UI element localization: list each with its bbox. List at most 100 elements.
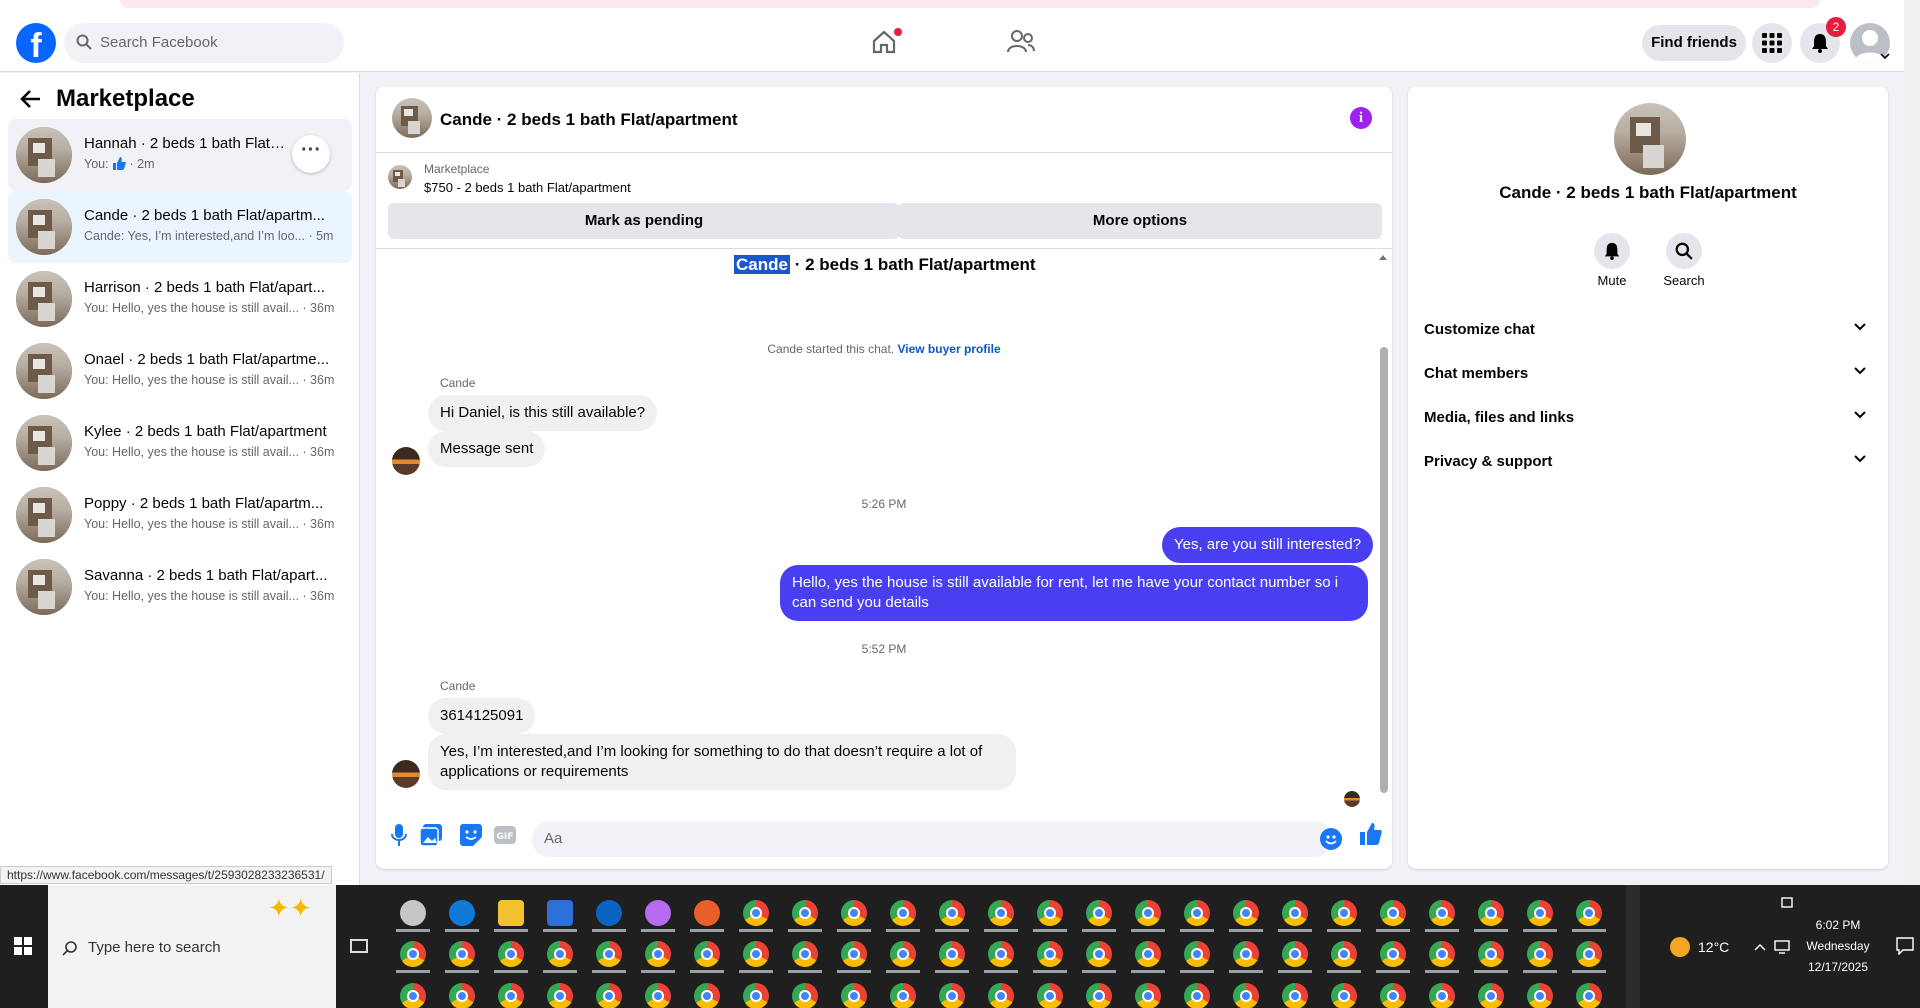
search-conversation-button[interactable] <box>1666 233 1702 269</box>
taskbar-app-icon[interactable] <box>694 941 720 967</box>
taskbar-scrollbar[interactable] <box>1626 885 1640 1008</box>
taskbar-app-icon[interactable] <box>1086 983 1112 1008</box>
taskbar-app-icon[interactable] <box>1086 941 1112 967</box>
conversation-item[interactable]: Cande · 2 beds 1 bath Flat/apartm... Can… <box>8 191 352 263</box>
taskbar-app-icon[interactable] <box>988 900 1014 926</box>
taskbar-app-icon[interactable] <box>1380 941 1406 967</box>
taskbar-app-icon[interactable] <box>694 983 720 1008</box>
taskbar-app-icon[interactable] <box>1135 941 1161 967</box>
notification-center-icon[interactable] <box>1896 937 1914 955</box>
taskbar-app-icon[interactable] <box>547 941 573 967</box>
weather-temperature[interactable]: 12°C <box>1698 939 1729 955</box>
taskbar-app-icon[interactable] <box>645 941 671 967</box>
taskbar-app-icon[interactable] <box>400 983 426 1008</box>
outgoing-message[interactable]: Hello, yes the house is still available … <box>780 565 1368 621</box>
taskbar-app-icon[interactable] <box>1576 983 1602 1008</box>
taskbar-app-icon[interactable] <box>1037 983 1063 1008</box>
more-options-button[interactable]: More options <box>898 203 1382 239</box>
taskbar-app-icon[interactable] <box>1233 983 1259 1008</box>
mark-as-pending-button[interactable]: Mark as pending <box>388 203 900 239</box>
incoming-message[interactable]: Message sent <box>428 431 546 467</box>
taskbar-app-icon[interactable] <box>1037 941 1063 967</box>
taskbar-app-icon[interactable] <box>1282 941 1308 967</box>
mute-button[interactable] <box>1594 233 1630 269</box>
taskbar-app-icon[interactable] <box>1331 983 1357 1008</box>
taskbar-app-icon[interactable] <box>400 941 426 967</box>
taskbar-app-icon[interactable] <box>841 983 867 1008</box>
microphone-icon[interactable] <box>390 824 408 846</box>
incoming-message[interactable]: Hi Daniel, is this still available? <box>428 395 658 431</box>
taskbar-app-icon[interactable] <box>841 900 867 926</box>
conversation-item[interactable]: Kylee · 2 beds 1 bath Flat/apartment You… <box>8 407 352 479</box>
conversation-item[interactable]: Hannah · 2 beds 1 bath Flat/apartment Yo… <box>8 119 352 191</box>
taskbar-app-icon[interactable] <box>1184 941 1210 967</box>
listing-thumbnail[interactable] <box>1614 103 1686 175</box>
taskbar-app-icon[interactable] <box>400 900 426 926</box>
find-friends-button[interactable]: Find friends <box>1642 25 1746 61</box>
sender-avatar[interactable] <box>392 760 420 788</box>
taskbar-app-icon[interactable] <box>1380 983 1406 1008</box>
emoji-icon[interactable] <box>1320 828 1342 850</box>
taskbar-app-icon[interactable] <box>939 941 965 967</box>
taskbar-app-icon[interactable] <box>988 983 1014 1008</box>
taskbar-app-icon[interactable] <box>890 983 916 1008</box>
taskbar-app-icon[interactable] <box>1527 983 1553 1008</box>
facebook-logo[interactable]: f <box>16 23 56 63</box>
taskbar-app-icon[interactable] <box>988 941 1014 967</box>
windows-start-icon[interactable] <box>14 937 32 955</box>
chevron-down-icon[interactable] <box>1880 52 1890 60</box>
taskbar-app-icon[interactable] <box>1037 900 1063 926</box>
task-view-icon[interactable] <box>350 939 368 953</box>
taskbar-app-icon[interactable] <box>743 941 769 967</box>
message-input[interactable]: Aa <box>532 821 1332 857</box>
search-facebook-input[interactable]: Search Facebook <box>64 23 344 63</box>
friends-icon[interactable] <box>1006 28 1036 56</box>
taskbar-app-icon[interactable] <box>1184 983 1210 1008</box>
taskbar-app-icon[interactable] <box>792 900 818 926</box>
taskbar-app-icon[interactable] <box>596 941 622 967</box>
taskbar-app-icon[interactable] <box>1135 900 1161 926</box>
conversation-item[interactable]: Onael · 2 beds 1 bath Flat/apartme... Yo… <box>8 335 352 407</box>
info-icon[interactable]: i <box>1350 107 1372 129</box>
chat-scrollbar-thumb[interactable] <box>1380 347 1388 793</box>
taskbar-app-icon[interactable] <box>449 983 475 1008</box>
taskbar-app-icon[interactable] <box>1331 941 1357 967</box>
gif-icon[interactable]: GIF <box>494 824 516 846</box>
taskbar-search-input[interactable]: Type here to search ✦✦ <box>48 885 336 1008</box>
taskbar-app-icon[interactable] <box>1135 983 1161 1008</box>
taskbar-app-icon[interactable] <box>841 941 867 967</box>
taskbar-app-icon[interactable] <box>792 941 818 967</box>
taskbar-app-icon[interactable] <box>1282 983 1308 1008</box>
sender-avatar[interactable] <box>392 447 420 475</box>
taskbar-app-icon[interactable] <box>596 900 622 926</box>
taskbar-app-icon[interactable] <box>1282 900 1308 926</box>
taskbar-app-icon[interactable] <box>547 900 573 926</box>
taskbar-app-icon[interactable] <box>1429 900 1455 926</box>
conversation-item[interactable]: Savanna · 2 beds 1 bath Flat/apart... Yo… <box>8 551 352 623</box>
conversation-item[interactable]: Harrison · 2 beds 1 bath Flat/apart... Y… <box>8 263 352 335</box>
taskbar-app-icon[interactable] <box>1380 900 1406 926</box>
incoming-message[interactable]: Yes, I’m interested,and I’m looking for … <box>428 734 1016 790</box>
taskbar-app-icon[interactable] <box>1331 900 1357 926</box>
taskbar-app-icon[interactable] <box>1576 941 1602 967</box>
taskbar-app-icon[interactable] <box>890 900 916 926</box>
taskbar-app-icon[interactable] <box>596 983 622 1008</box>
photo-icon[interactable] <box>420 824 442 846</box>
privacy-support-section[interactable]: Privacy & support <box>1424 453 1872 470</box>
taskbar-app-icon[interactable] <box>498 983 524 1008</box>
taskbar-app-icon[interactable] <box>547 983 573 1008</box>
conversation-options-button[interactable]: ··· <box>292 135 330 173</box>
taskbar-app-icon[interactable] <box>939 900 965 926</box>
taskbar-app-icon[interactable] <box>1086 900 1112 926</box>
media-files-links-section[interactable]: Media, files and links <box>1424 409 1872 426</box>
page-scrollbar[interactable] <box>1904 0 1920 885</box>
taskbar-app-icon[interactable] <box>1429 941 1455 967</box>
chat-title[interactable]: Cande · 2 beds 1 bath Flat/apartment <box>440 110 738 130</box>
taskbar-app-icon[interactable] <box>449 900 475 926</box>
taskbar-app-icon[interactable] <box>939 983 965 1008</box>
view-buyer-profile-link[interactable]: View buyer profile <box>897 342 1000 356</box>
taskbar-app-icon[interactable] <box>449 941 475 967</box>
taskbar-app-icon[interactable] <box>498 941 524 967</box>
taskbar-app-icon[interactable] <box>792 983 818 1008</box>
taskbar-app-icon[interactable] <box>498 900 524 926</box>
